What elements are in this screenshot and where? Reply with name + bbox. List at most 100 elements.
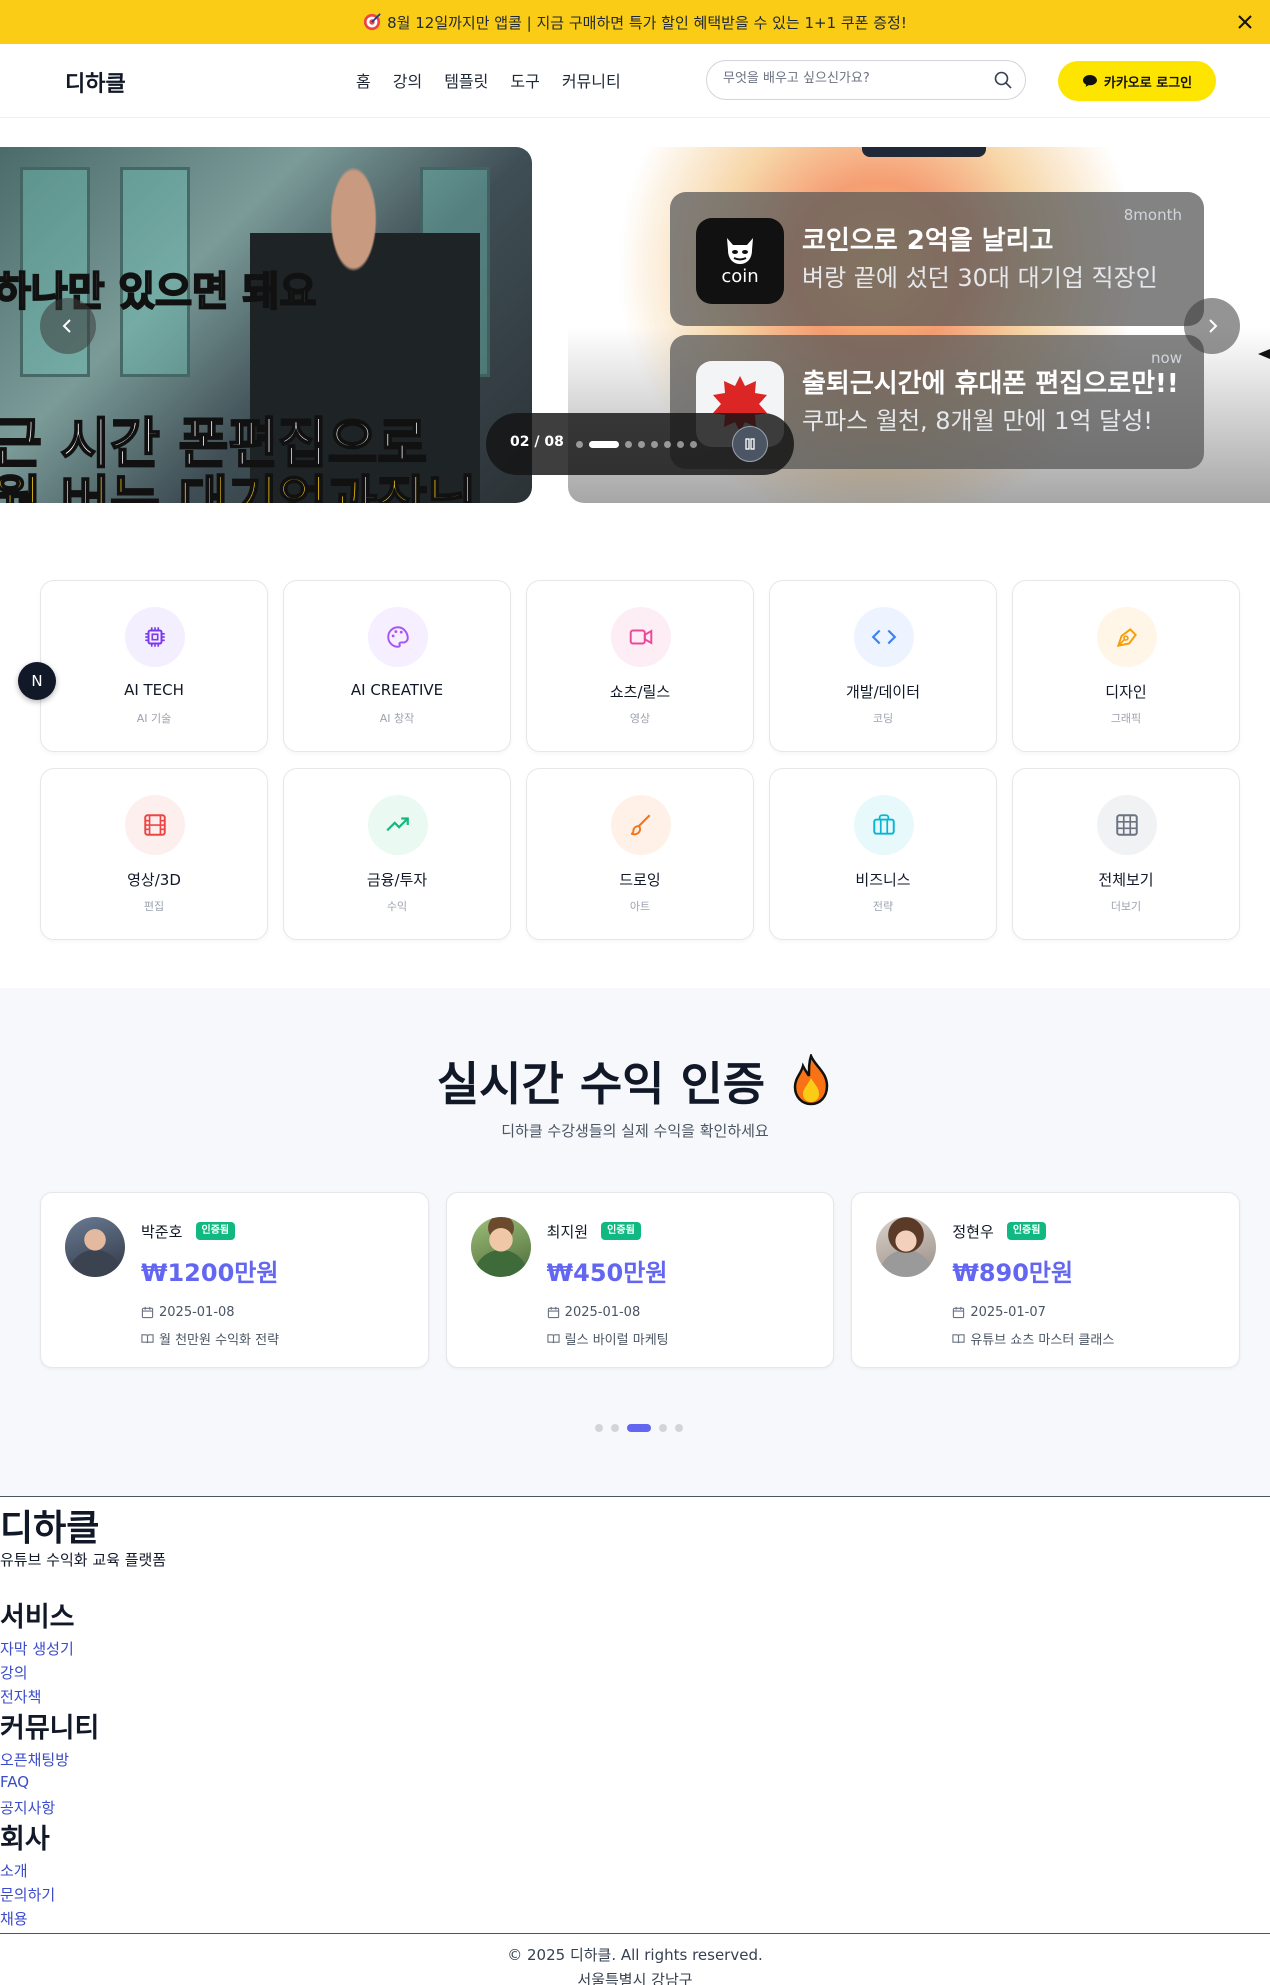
footer-heading-community: 커뮤니티 xyxy=(0,1713,100,1744)
category-icon-circle xyxy=(368,607,428,667)
category-card[interactable]: 디자인 그래픽 xyxy=(1012,580,1240,752)
category-card[interactable]: 영상/3D 편집 xyxy=(40,768,268,940)
category-name: AI TECH xyxy=(124,681,184,699)
category-sub: 영상 xyxy=(629,712,651,725)
slide-dot[interactable] xyxy=(625,441,632,448)
category-icon-circle xyxy=(125,607,185,667)
chevron-left-icon xyxy=(62,319,71,333)
footer-link-careers[interactable]: 채용 xyxy=(0,1908,28,1929)
pager-dot[interactable] xyxy=(675,1424,683,1432)
footer-link-about[interactable]: 소개 xyxy=(0,1860,28,1881)
calendar-icon xyxy=(953,1306,965,1319)
category-name: 금융/투자 xyxy=(366,871,428,889)
kakao-login-button[interactable]: 카카오로 로그인 xyxy=(1058,61,1216,101)
logo[interactable]: 디하클 xyxy=(65,66,126,98)
slide-dot[interactable] xyxy=(690,441,697,448)
revenue-amount: ₩1200만원 xyxy=(141,1259,279,1287)
slide-dot[interactable] xyxy=(664,441,671,448)
slide-dot[interactable] xyxy=(677,441,684,448)
pager-dot[interactable] xyxy=(595,1424,603,1432)
footer-link-contact[interactable]: 문의하기 xyxy=(0,1884,55,1905)
grid-icon xyxy=(1116,814,1138,836)
book-open-icon xyxy=(952,1334,965,1344)
footer-link-open-chat[interactable]: 오픈채팅방 xyxy=(0,1749,69,1770)
notification-title: 코인으로 2억을 날리고 xyxy=(802,226,1054,256)
notification-body: 벼랑 끝에 섰던 30대 대기업 직장인 xyxy=(802,264,1158,292)
app-icon-label: coin xyxy=(721,265,759,287)
revenue-card[interactable]: 정현우 인증됨 ₩890만원 2025-01-07 유튜브 쇼츠 마스터 클래스 xyxy=(851,1192,1241,1368)
revenue-course: 릴스 바이럴 마케팅 xyxy=(547,1329,669,1348)
category-sub: 수익 xyxy=(386,900,408,913)
user-name: 정현우 xyxy=(952,1223,994,1241)
category-card[interactable]: 쇼츠/릴스영상 xyxy=(526,580,754,752)
footer-link-courses[interactable]: 강의 xyxy=(0,1662,28,1683)
category-card[interactable]: 금융/투자수익 xyxy=(283,768,511,940)
footer-logo[interactable]: 디하클 xyxy=(0,1499,99,1551)
footer-heading-service: 서비스 xyxy=(0,1602,75,1633)
revenue-card[interactable]: 박준호 인증됨 ₩1200만원 2025-01-08 월 천만원 수익화 전략 xyxy=(40,1192,429,1368)
slide-dot[interactable] xyxy=(651,441,658,448)
book-open-icon xyxy=(141,1334,154,1344)
category-card[interactable]: 개발/데이터 코딩 xyxy=(769,580,997,752)
category-sub: AI 창작 xyxy=(379,712,415,725)
pause-icon xyxy=(745,438,755,450)
calendar-icon xyxy=(141,1306,154,1319)
revenue-card[interactable]: 최지원 인증됨 ₩450만원 2025-01-08 릴스 바이럴 마케팅 xyxy=(445,1192,835,1368)
category-name: 쇼츠/릴스 xyxy=(609,683,671,701)
footer-link-faq[interactable]: FAQ xyxy=(0,1773,29,1791)
category-name: 드로잉 xyxy=(619,871,661,889)
avatar xyxy=(65,1217,125,1277)
notification-time: now xyxy=(1151,349,1182,367)
hero-caption-3: 월 버는 대기업과장님 xyxy=(0,469,478,503)
notification-body: 쿠파스 월천, 8개월 만에 1억 달성! xyxy=(802,407,1153,435)
close-icon[interactable] xyxy=(1234,11,1256,33)
category-card[interactable]: AI CREATIVE AI 창작 xyxy=(283,580,511,752)
pause-button[interactable] xyxy=(732,426,768,462)
category-card[interactable]: 전체보기 더보기 xyxy=(1012,768,1240,940)
search-input[interactable] xyxy=(723,71,983,86)
slide-dot[interactable] xyxy=(576,441,583,448)
category-name: AI CREATIVE xyxy=(350,681,444,699)
notification-title: 출퇴근시간에 휴대폰 편집으로만!! xyxy=(802,369,1179,399)
slide-tag xyxy=(862,147,986,157)
slide-dot[interactable] xyxy=(638,441,645,448)
footer-address: 서울특별시 강남구 xyxy=(577,1971,693,1985)
nav-community[interactable]: 커뮤니티 xyxy=(562,68,621,92)
nav-courses[interactable]: 강의 xyxy=(393,68,422,92)
category-card[interactable]: AI TECH AI 기술 xyxy=(40,580,268,752)
revenue-date: 2025-01-08 xyxy=(547,1305,640,1320)
fire-icon xyxy=(793,1054,829,1106)
hero-carousel: 하나만 있으면 돼요 근 시간 폰편집으로 월 버는 대기업과장님 coin 코… xyxy=(0,147,1270,503)
footer-link-subtitle-generator[interactable]: 자막 생성기 xyxy=(0,1638,74,1659)
nav-templates[interactable]: 템플릿 xyxy=(444,68,488,92)
nav-tools[interactable]: 도구 xyxy=(510,68,539,92)
notification-time: 8month xyxy=(1123,206,1182,224)
slide-dot[interactable] xyxy=(589,441,619,448)
category-icon-circle xyxy=(611,795,671,855)
app-icon: coin xyxy=(696,218,784,304)
category-card[interactable]: 비즈니스 전략 xyxy=(769,768,997,940)
category-sub: 전략 xyxy=(872,900,894,913)
film-icon xyxy=(144,814,166,836)
category-name: 개발/데이터 xyxy=(845,683,921,701)
nav-home[interactable]: 홈 xyxy=(356,68,371,92)
footer-link-ebooks[interactable]: 전자책 xyxy=(0,1686,41,1707)
pager-dot[interactable] xyxy=(627,1424,651,1432)
floating-n-button[interactable]: N xyxy=(18,662,56,700)
promo-banner[interactable]: 8월 12일까지만 앱콜 | 지금 구매하면 특가 할인 혜택받을 수 있는 1… xyxy=(0,0,1270,44)
revenue-amount: ₩890만원 xyxy=(952,1259,1074,1287)
footer-divider xyxy=(0,1933,1270,1934)
pager-dot[interactable] xyxy=(659,1424,667,1432)
promo-text: 8월 12일까지만 앱콜 | 지금 구매하면 특가 할인 혜택받을 수 있는 1… xyxy=(387,13,907,32)
video-icon xyxy=(629,629,653,645)
carousel-prev-button[interactable] xyxy=(40,298,96,354)
carousel-next-button[interactable] xyxy=(1184,298,1240,354)
category-icon-circle xyxy=(1097,795,1157,855)
search-icon[interactable] xyxy=(993,70,1013,90)
pager-dot[interactable] xyxy=(611,1424,619,1432)
footer-link-notices[interactable]: 공지사항 xyxy=(0,1797,55,1818)
revenue-date: 2025-01-08 xyxy=(141,1305,235,1320)
category-card[interactable]: 드로잉 아트 xyxy=(526,768,754,940)
carousel-side-arrow-icon xyxy=(1258,349,1270,359)
revenue-course: 유튜브 쇼츠 마스터 클래스 xyxy=(952,1329,1114,1348)
